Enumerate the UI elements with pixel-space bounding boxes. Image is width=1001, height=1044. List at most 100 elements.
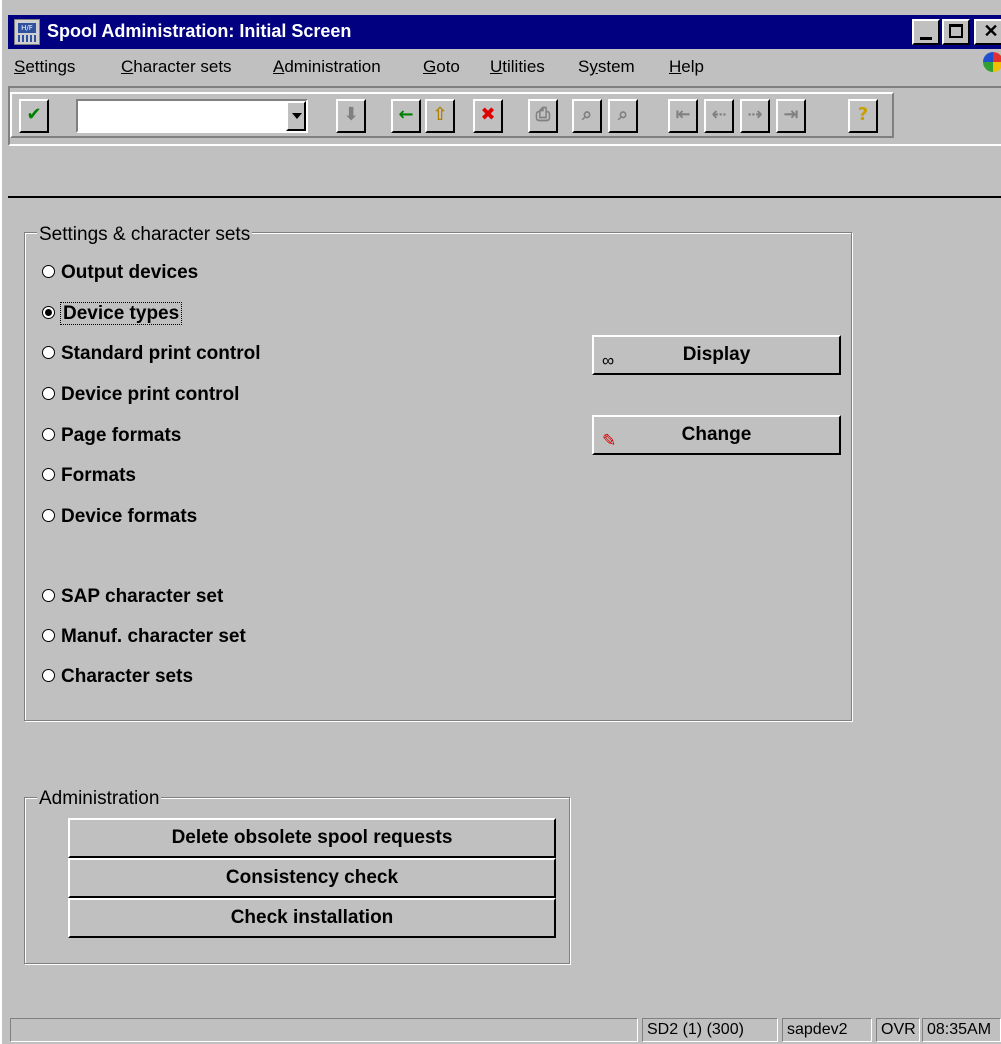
radio-label: Standard print control bbox=[61, 343, 261, 364]
menu-help[interactable]: Help bbox=[669, 56, 704, 78]
close-icon: ✕ bbox=[983, 21, 999, 41]
radio-label: Character sets bbox=[61, 666, 194, 687]
checkmark-icon: ✔ bbox=[26, 104, 42, 125]
app-icon-stripes bbox=[18, 35, 36, 42]
change-button[interactable]: ✎ Change bbox=[592, 415, 841, 455]
delete-obsolete-spool-requests-button[interactable]: Delete obsolete spool requests bbox=[68, 818, 556, 858]
first-page-button[interactable]: ⇤ bbox=[668, 99, 698, 133]
menu-label: haracter sets bbox=[133, 57, 232, 76]
radio-sap-character-set[interactable]: SAP character set bbox=[42, 584, 223, 610]
menu-accel: S bbox=[14, 57, 26, 76]
maximize-icon bbox=[949, 24, 963, 38]
button-label: Delete obsolete spool requests bbox=[171, 827, 453, 848]
glasses-icon: ∞ bbox=[602, 351, 615, 370]
radio-device-print-control[interactable]: Device print control bbox=[42, 382, 239, 408]
menu-label: tilities bbox=[502, 57, 545, 76]
find-next-button[interactable]: ⌕ bbox=[608, 99, 638, 133]
status-message-field[interactable] bbox=[10, 1018, 638, 1042]
menu-accel: G bbox=[423, 57, 437, 76]
status-time-field: 08:35AM bbox=[922, 1018, 1001, 1042]
administration-group-title: Administration bbox=[37, 788, 162, 810]
menu-goto[interactable]: Goto bbox=[423, 56, 460, 78]
radio-character-sets[interactable]: Character sets bbox=[42, 664, 193, 690]
button-label: Consistency check bbox=[225, 867, 399, 888]
settings-group-title: Settings & character sets bbox=[37, 224, 253, 246]
radio-label: Device print control bbox=[61, 384, 240, 405]
help-question-icon: ? bbox=[857, 104, 869, 125]
radio-button[interactable] bbox=[42, 345, 55, 359]
display-button[interactable]: ∞ Display bbox=[592, 335, 841, 375]
radio-button[interactable] bbox=[42, 386, 55, 400]
menu-label: oto bbox=[436, 57, 460, 76]
back-arrow-icon: ← bbox=[398, 104, 414, 125]
radio-device-types[interactable]: Device types bbox=[42, 301, 183, 327]
menu-utilities[interactable]: Utilities bbox=[490, 56, 545, 78]
exit-button[interactable]: ⇧ bbox=[425, 99, 455, 133]
title-bar: H/F Spool Administration: Initial Screen… bbox=[8, 15, 1001, 49]
menu-accel: A bbox=[273, 57, 285, 76]
menu-character-sets[interactable]: Character sets bbox=[121, 56, 232, 78]
first-page-icon: ⇤ bbox=[675, 104, 691, 125]
sap-logo-icon bbox=[983, 52, 1001, 72]
radio-standard-print-control[interactable]: Standard print control bbox=[42, 341, 261, 367]
menu-accel: U bbox=[490, 57, 503, 76]
menu-bar: Settings Character sets Administration G… bbox=[8, 50, 1001, 84]
radio-formats[interactable]: Formats bbox=[42, 463, 136, 489]
help-button[interactable]: ? bbox=[848, 99, 878, 133]
enter-button[interactable]: ✔ bbox=[19, 99, 49, 133]
radio-button[interactable] bbox=[42, 264, 55, 278]
check-installation-button[interactable]: Check installation bbox=[68, 898, 556, 938]
window-title: Spool Administration: Initial Screen bbox=[47, 21, 352, 41]
radio-manuf-character-set[interactable]: Manuf. character set bbox=[42, 624, 246, 650]
next-page-button[interactable]: ⇢ bbox=[740, 99, 770, 133]
status-bar: SD2 (1) (300) sapdev2 OVR 08:35AM bbox=[8, 1016, 1001, 1044]
command-history-dropdown[interactable] bbox=[286, 101, 306, 131]
change-button-label: Change bbox=[681, 424, 752, 445]
previous-page-icon: ⇠ bbox=[711, 104, 727, 125]
status-insert-mode-field[interactable]: OVR bbox=[876, 1018, 920, 1042]
find-button[interactable]: ⌕ bbox=[572, 99, 602, 133]
radio-button[interactable] bbox=[42, 427, 55, 441]
menu-accel: y bbox=[589, 57, 598, 76]
radio-button-selected[interactable] bbox=[42, 305, 55, 319]
menu-label: stem bbox=[597, 57, 635, 76]
consistency-check-button[interactable]: Consistency check bbox=[68, 858, 556, 898]
previous-page-button[interactable]: ⇠ bbox=[704, 99, 734, 133]
menu-settings[interactable]: Settings bbox=[14, 56, 75, 78]
menu-system[interactable]: System bbox=[578, 56, 635, 78]
radio-button[interactable] bbox=[42, 508, 55, 522]
last-page-button[interactable]: ⇥ bbox=[776, 99, 806, 133]
application-toolbar bbox=[8, 146, 1001, 198]
maximize-button[interactable] bbox=[942, 19, 970, 45]
radio-button[interactable] bbox=[42, 588, 55, 602]
menu-accel: H bbox=[669, 57, 682, 76]
minimize-button[interactable] bbox=[912, 19, 940, 45]
radio-device-formats[interactable]: Device formats bbox=[42, 504, 197, 530]
last-page-icon: ⇥ bbox=[783, 104, 799, 125]
menu-administration[interactable]: Administration bbox=[273, 56, 381, 78]
printer-icon: ⎙ bbox=[535, 104, 551, 125]
radio-page-formats[interactable]: Page formats bbox=[42, 423, 181, 449]
command-field[interactable] bbox=[76, 99, 308, 133]
next-page-icon: ⇢ bbox=[747, 104, 763, 125]
close-button[interactable]: ✕ bbox=[974, 19, 1001, 45]
back-button[interactable]: ← bbox=[391, 99, 421, 133]
radio-button[interactable] bbox=[42, 628, 55, 642]
menu-label: elp bbox=[681, 57, 704, 76]
menu-label: ettings bbox=[25, 57, 76, 76]
radio-output-devices[interactable]: Output devices bbox=[42, 260, 198, 286]
chevron-down-icon bbox=[292, 113, 302, 119]
menu-accel: C bbox=[121, 57, 134, 76]
radio-label: Output devices bbox=[61, 262, 199, 283]
sap-app-icon[interactable]: H/F bbox=[14, 19, 40, 45]
radio-label: Device formats bbox=[61, 506, 198, 527]
cancel-button[interactable]: ✖ bbox=[473, 99, 503, 133]
radio-button[interactable] bbox=[42, 668, 55, 682]
print-button[interactable]: ⎙ bbox=[528, 99, 558, 133]
save-button[interactable]: ⬇ bbox=[336, 99, 366, 133]
radio-button[interactable] bbox=[42, 467, 55, 481]
status-server-field: sapdev2 bbox=[782, 1018, 872, 1042]
radio-label: SAP character set bbox=[61, 586, 224, 607]
app-icon-glyph: H/F bbox=[18, 23, 36, 33]
menu-label: dministration bbox=[284, 57, 381, 76]
